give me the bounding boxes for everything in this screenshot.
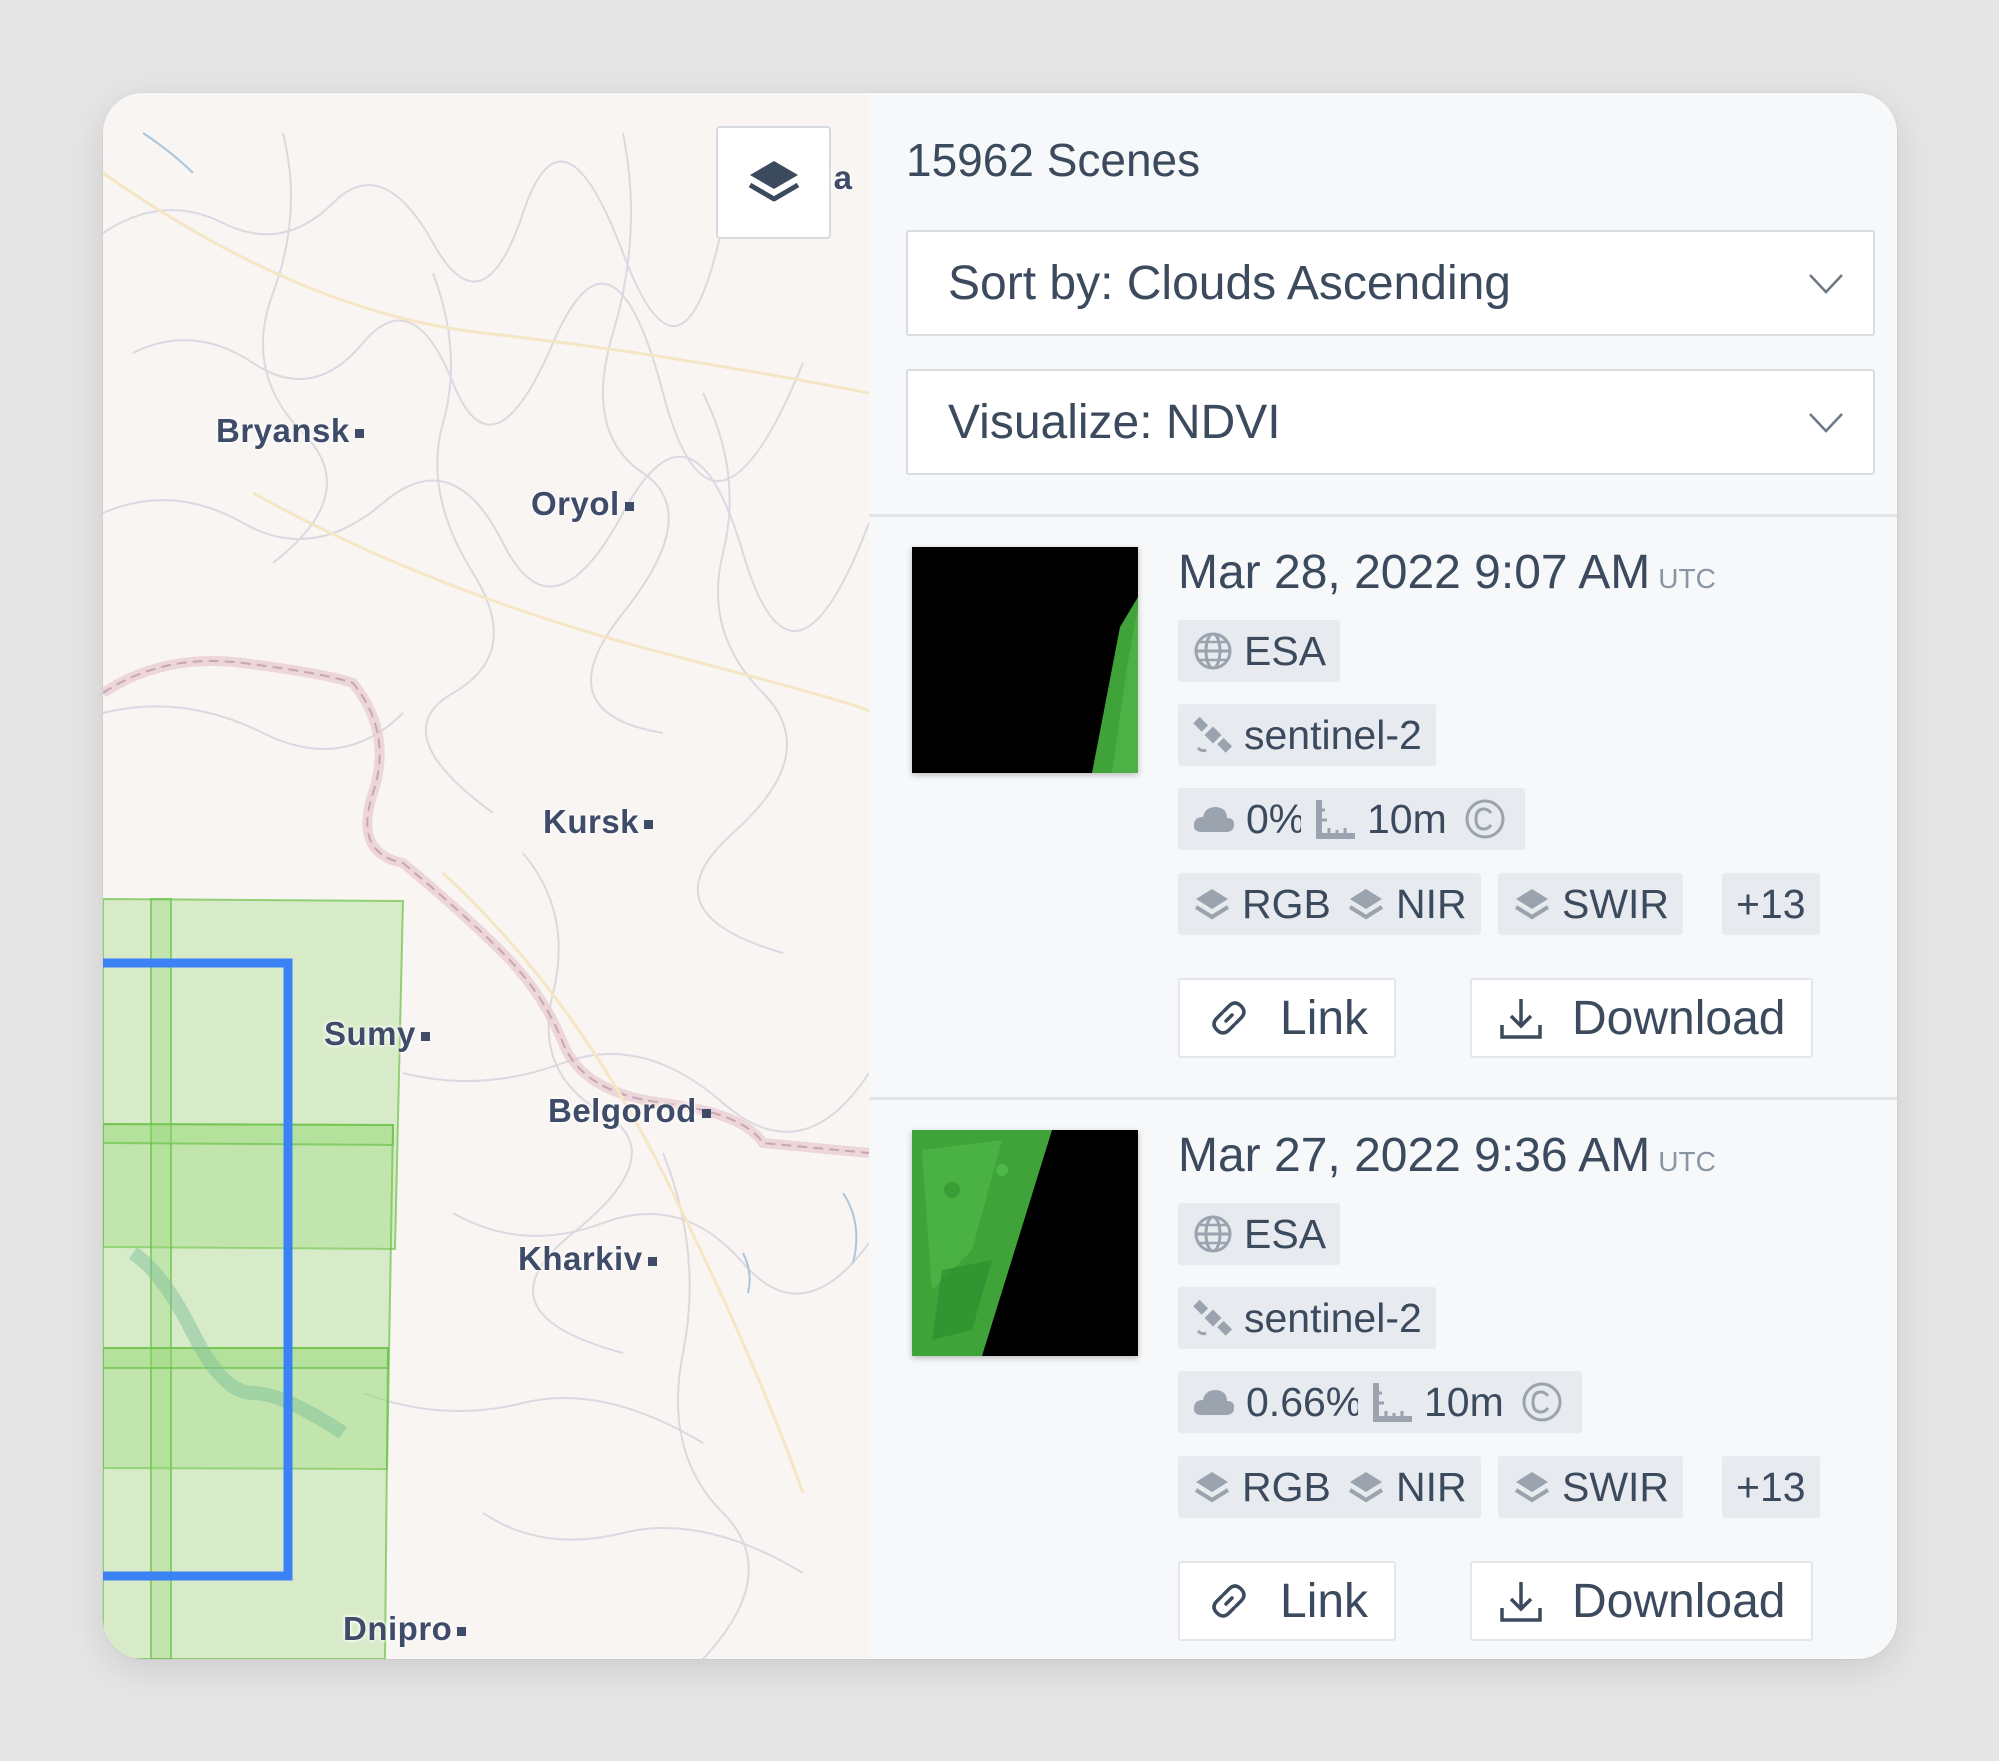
resolution-tag: 10m <box>1358 1371 1518 1433</box>
map-label-sumy: Sumy <box>324 1015 430 1053</box>
scene-date: Mar 27, 2022 9:36 AM UTC <box>1178 1129 1716 1182</box>
provider-label: ESA <box>1244 1210 1327 1257</box>
layers-icon <box>748 160 799 201</box>
globe-icon <box>1194 1215 1232 1253</box>
band-label: RGB <box>1242 880 1331 927</box>
more-bands-label: +13 <box>1736 880 1806 927</box>
download-button[interactable]: Download <box>1470 978 1814 1058</box>
globe-icon <box>1194 632 1232 670</box>
layers-icon <box>1514 1472 1550 1503</box>
chevron-down-icon <box>1809 413 1843 433</box>
band-label: NIR <box>1396 880 1467 927</box>
provider-tag: ESA <box>1178 620 1341 682</box>
cloud-cover-tag: 0.66% <box>1178 1371 1377 1433</box>
band-tag-rgb: RGB <box>1178 1456 1345 1518</box>
scene-thumbnail[interactable] <box>912 547 1138 773</box>
scene-thumbnail[interactable] <box>912 1130 1138 1356</box>
band-label: SWIR <box>1562 1463 1670 1510</box>
cloud-icon <box>1193 807 1235 832</box>
band-tag-nir: NIR <box>1332 873 1481 935</box>
map-label-kursk: Kursk <box>543 803 654 841</box>
map-label-belgorod: Belgorod <box>548 1092 711 1130</box>
cloud-cover-value: 0% <box>1246 795 1306 842</box>
band-label: SWIR <box>1562 880 1670 927</box>
license-tag <box>1455 788 1525 850</box>
map-label-dnipro: Dnipro <box>343 1610 467 1648</box>
map-label-bryansk: Bryansk <box>216 412 364 450</box>
layers-icon <box>1194 1472 1230 1503</box>
resolution-value: 10m <box>1367 795 1447 842</box>
map-basemap <box>103 93 869 1659</box>
sort-select-label: Sort by: Clouds Ascending <box>948 256 1511 310</box>
scene-date: Mar 28, 2022 9:07 AM UTC <box>1178 546 1716 599</box>
resolution-value: 10m <box>1424 1378 1504 1425</box>
copyright-icon <box>1465 799 1505 839</box>
scene-count: 15962 Scenes <box>906 134 1201 186</box>
scene-card[interactable]: Mar 28, 2022 9:07 AM UTC ESA sentinel-2 … <box>869 517 1897 1097</box>
provider-tag: ESA <box>1178 1203 1341 1265</box>
ruler-icon <box>1373 1383 1412 1422</box>
link-button-label: Link <box>1280 1574 1369 1628</box>
map-layers-button[interactable] <box>716 126 831 239</box>
band-label: NIR <box>1396 1463 1467 1510</box>
link-icon <box>1212 1001 1246 1035</box>
cloud-icon <box>1193 1390 1235 1415</box>
visualize-select-label: Visualize: NDVI <box>948 395 1281 449</box>
layers-icon <box>1514 889 1550 920</box>
ruler-icon <box>1316 800 1355 839</box>
download-button[interactable]: Download <box>1470 1561 1814 1641</box>
link-button-label: Link <box>1280 991 1369 1045</box>
band-label: RGB <box>1242 1463 1331 1510</box>
cloud-cover-value: 0.66% <box>1246 1378 1363 1425</box>
layers-icon <box>1194 889 1230 920</box>
map-view[interactable]: Bryansk Oryol Kursk Sumy Belgorod Kharki… <box>103 93 869 1659</box>
layers-icon <box>1348 889 1384 920</box>
copyright-icon <box>1522 1382 1562 1422</box>
link-icon <box>1212 1584 1246 1618</box>
map-label-kharkiv: Kharkiv <box>518 1240 657 1278</box>
layers-icon <box>1348 1472 1384 1503</box>
band-tag-swir: SWIR <box>1498 873 1684 935</box>
scene-browser-card: Bryansk Oryol Kursk Sumy Belgorod Kharki… <box>103 93 1897 1659</box>
provider-label: ESA <box>1244 627 1327 674</box>
chevron-down-icon <box>1809 274 1843 294</box>
more-bands-label: +13 <box>1736 1463 1806 1510</box>
more-bands-tag[interactable]: +13 <box>1722 1456 1820 1518</box>
link-button[interactable]: Link <box>1178 978 1397 1058</box>
map-label-oryol: Oryol <box>531 485 634 523</box>
band-tag-rgb: RGB <box>1178 873 1345 935</box>
cloud-cover-tag: 0% <box>1178 788 1320 850</box>
download-icon <box>1500 999 1542 1039</box>
license-tag <box>1512 1371 1582 1433</box>
scene-card[interactable]: Mar 27, 2022 9:36 AM UTC ESA sentinel-2 … <box>869 1100 1897 1659</box>
band-tag-nir: NIR <box>1332 1456 1481 1518</box>
link-button[interactable]: Link <box>1178 1561 1397 1641</box>
sort-select[interactable]: Sort by: Clouds Ascending <box>906 230 1875 336</box>
satellite-icon <box>1193 1299 1233 1336</box>
satellite-tag: sentinel-2 <box>1178 1287 1436 1349</box>
download-button-label: Download <box>1572 1574 1786 1628</box>
satellite-tag: sentinel-2 <box>1178 704 1436 766</box>
band-tag-swir: SWIR <box>1498 1456 1684 1518</box>
download-button-label: Download <box>1572 991 1786 1045</box>
visualize-select[interactable]: Visualize: NDVI <box>906 369 1875 475</box>
satellite-icon <box>1193 716 1233 753</box>
scenes-panel: 15962 Scenes Sort by: Clouds Ascending V… <box>869 93 1897 1659</box>
resolution-tag: 10m <box>1301 788 1461 850</box>
more-bands-tag[interactable]: +13 <box>1722 873 1820 935</box>
satellite-label: sentinel-2 <box>1244 1294 1422 1341</box>
download-icon <box>1500 1582 1542 1622</box>
satellite-label: sentinel-2 <box>1244 711 1422 758</box>
